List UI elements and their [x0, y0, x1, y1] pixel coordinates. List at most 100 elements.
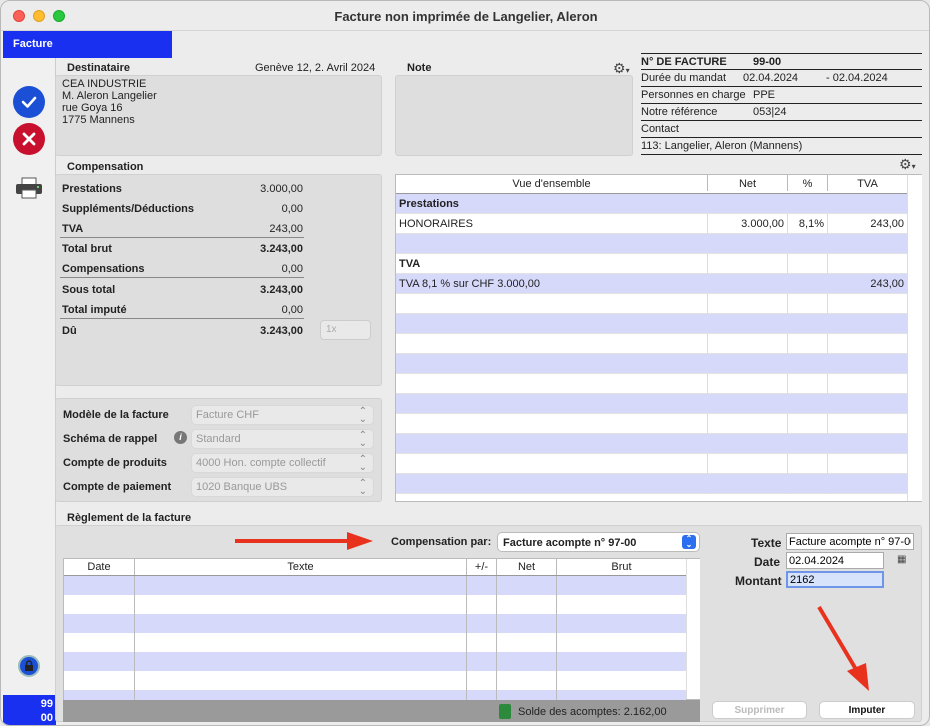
overview-row[interactable]: HONORAIRES 3.000,00 8,1% 243,00 — [396, 214, 907, 234]
payment-account-select[interactable]: 1020 Banque UBS ⌃ ⌄ — [191, 477, 374, 497]
reglement-column-header[interactable]: Net — [496, 559, 556, 575]
reglement-row[interactable] — [64, 671, 686, 690]
overview-scrollbar[interactable] — [907, 175, 922, 501]
mandate-end[interactable]: - 02.04.2024 — [826, 72, 888, 84]
mandate-label: Durée du mandat — [641, 72, 726, 84]
reglement-column-header[interactable]: Texte — [134, 559, 466, 575]
overview-cell — [787, 354, 827, 374]
reglement-row[interactable] — [64, 633, 686, 652]
mandate-start[interactable]: 02.04.2024 — [743, 72, 798, 84]
destinataire-panel[interactable]: CEA INDUSTRIE M. Aleron Langelier rue Go… — [55, 75, 382, 156]
texte-input[interactable] — [786, 533, 914, 550]
spreadsheet-icon[interactable] — [499, 704, 511, 719]
note-header: Note — [407, 62, 432, 74]
reglement-table[interactable]: Date Texte +/- Net Brut — [63, 558, 700, 709]
overview-row[interactable] — [396, 314, 907, 334]
reglement-column-header[interactable]: Date — [64, 559, 134, 575]
comp-value: 3.243,00 — [260, 284, 303, 296]
app-window: Facture non imprimée de Langelier, Alero… — [0, 0, 930, 726]
overview-cell — [787, 414, 827, 434]
calendar-icon[interactable]: ▦ — [897, 554, 906, 565]
overview-cell — [396, 454, 707, 474]
persons-value[interactable]: PPE — [753, 89, 775, 101]
overview-cell — [396, 374, 707, 394]
overview-cell — [707, 254, 787, 274]
reminder-select[interactable]: Standard ⌃ ⌄ — [191, 429, 374, 449]
reglement-scrollbar[interactable] — [686, 559, 700, 699]
copies-field[interactable]: 1x — [320, 320, 371, 340]
reglement-column-header[interactable]: Brut — [556, 559, 686, 575]
montant-input[interactable] — [786, 571, 884, 588]
overview-row[interactable] — [396, 454, 907, 474]
reglement-row[interactable] — [64, 595, 686, 614]
contact-value[interactable]: 113: Langelier, Aleron (Mannens) — [641, 140, 802, 152]
reglement-row[interactable] — [64, 614, 686, 633]
overview-cell — [787, 194, 827, 214]
reference-value[interactable]: 053|24 — [753, 106, 786, 118]
overview-row[interactable] — [396, 354, 907, 374]
overview-column-header[interactable]: TVA — [827, 175, 907, 191]
comp-label: TVA — [62, 223, 84, 235]
overview-row[interactable]: TVA 8,1 % sur CHF 3.000,00 243,00 — [396, 274, 907, 294]
comp-label: Sous total — [62, 284, 116, 296]
reglement-row[interactable] — [64, 576, 686, 595]
tab-facture[interactable]: Facture — [3, 31, 172, 58]
overview-cell — [707, 314, 787, 334]
overview-cell — [396, 434, 707, 454]
overview-cell — [396, 334, 707, 354]
overview-row[interactable] — [396, 414, 907, 434]
date-input[interactable] — [786, 552, 884, 569]
overview-cell — [827, 294, 907, 314]
reglement-row[interactable] — [64, 652, 686, 671]
note-field[interactable] — [395, 75, 633, 156]
overview-header-row: Vue d'ensemble Net% TVA — [396, 175, 907, 194]
overview-cell — [827, 314, 907, 334]
invoice-info-table: N° DE FACTURE 99-00 Durée du mandat 02.0… — [641, 53, 922, 156]
destinataire-header: Destinataire — [67, 62, 130, 74]
overview-cell — [827, 194, 907, 214]
supprimer-button[interactable]: Supprimer — [712, 701, 807, 719]
address-line: rue Goya 16 — [62, 102, 123, 114]
comp-value: 0,00 — [281, 263, 303, 275]
overview-cell — [827, 254, 907, 274]
title-bar: Facture non imprimée de Langelier, Alero… — [1, 1, 929, 31]
overview-row[interactable] — [396, 394, 907, 414]
texte-label: Texte — [751, 536, 782, 550]
overview-row[interactable]: Prestations — [396, 194, 907, 214]
overview-cell — [787, 274, 827, 294]
overview-cell — [707, 414, 787, 434]
overview-row[interactable] — [396, 474, 907, 494]
info-icon[interactable]: i — [174, 431, 187, 444]
compensation-by-select[interactable]: Facture acompte n° 97-00 ⌃ ⌄ — [497, 532, 700, 552]
overview-cell — [787, 234, 827, 254]
overview-cell — [787, 374, 827, 394]
overview-row[interactable] — [396, 374, 907, 394]
select-label: Compte de produits — [63, 457, 167, 469]
reglement-column-header[interactable]: +/- — [466, 559, 496, 575]
overview-cell — [787, 314, 827, 334]
overview-column-header[interactable]: % — [787, 175, 827, 191]
gear-icon[interactable]: ⚙▾ — [899, 156, 916, 173]
select-label: Compte de paiement — [63, 481, 172, 493]
overview-row[interactable] — [396, 434, 907, 454]
lock-icon[interactable] — [18, 655, 40, 677]
overview-table[interactable]: Vue d'ensemble Net% TVA Prestations HONORAIR… — [395, 174, 922, 502]
comp-label: Suppléments/Déductions — [62, 203, 195, 215]
overview-row[interactable] — [396, 234, 907, 254]
invoice-number-badge: 99 00 — [3, 695, 56, 725]
badge-line-1: 99 — [40, 698, 53, 710]
overview-column-header[interactable]: Net — [707, 175, 787, 191]
printer-icon[interactable] — [15, 177, 43, 199]
cancel-icon[interactable] — [13, 123, 45, 155]
overview-cell — [707, 394, 787, 414]
overview-row[interactable] — [396, 294, 907, 314]
imputer-button[interactable]: Imputer — [819, 701, 915, 719]
chevron-updown-icon: ⌃ ⌄ — [682, 535, 696, 549]
revenue-account-select[interactable]: 4000 Hon. compte collectif ⌃ ⌄ — [191, 453, 374, 473]
model-select[interactable]: Facture CHF ⌃ ⌄ — [191, 405, 374, 425]
overview-row[interactable] — [396, 334, 907, 354]
overview-row[interactable]: TVA — [396, 254, 907, 274]
overview-cell — [827, 394, 907, 414]
confirm-icon[interactable] — [13, 86, 45, 118]
overview-column-header[interactable]: Vue d'ensemble — [396, 175, 707, 191]
